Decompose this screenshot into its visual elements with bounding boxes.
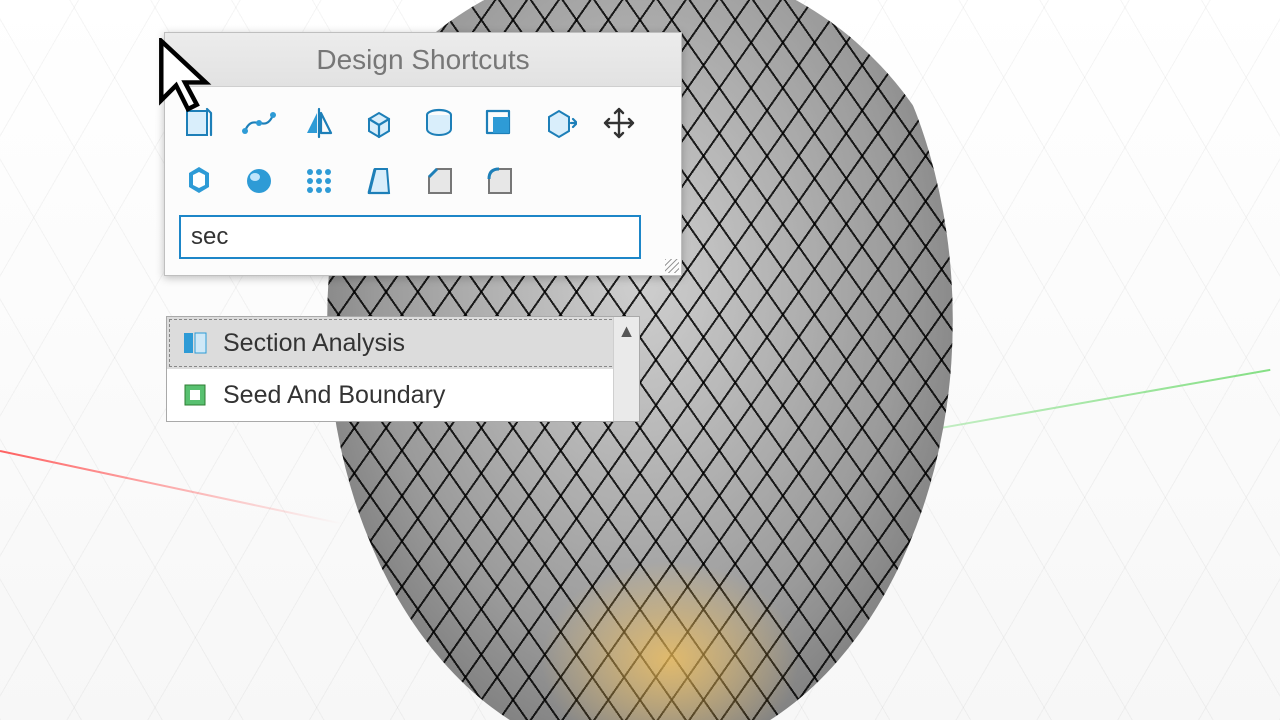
sphere-icon[interactable] [239, 161, 279, 201]
shortcut-toolbar [165, 87, 665, 211]
shell-icon[interactable] [179, 161, 219, 201]
suggestion-label: Seed And Boundary [223, 381, 445, 410]
panel-title: Design Shortcuts [165, 33, 681, 87]
revolve-icon[interactable] [419, 103, 459, 143]
suggestion-seed-boundary[interactable]: Seed And Boundary [167, 369, 639, 421]
suggestion-label: Section Analysis [223, 329, 405, 358]
scroll-up-arrow-icon[interactable]: ▲ [618, 321, 636, 342]
press-pull-icon[interactable] [539, 103, 579, 143]
offset-face-icon[interactable] [479, 103, 519, 143]
pattern-icon[interactable] [299, 161, 339, 201]
suggestions-scrollbar[interactable]: ▲ [613, 317, 639, 421]
design-shortcuts-panel: Design Shortcuts [164, 32, 682, 276]
spline-icon[interactable] [239, 103, 279, 143]
extrude-icon[interactable] [359, 103, 399, 143]
chamfer-icon[interactable] [419, 161, 459, 201]
command-search-input[interactable] [179, 215, 641, 259]
model-highlight [540, 560, 800, 720]
command-suggestions: Section Analysis Seed And Boundary ▲ [166, 316, 640, 422]
draft-icon[interactable] [359, 161, 399, 201]
section-analysis-icon [181, 329, 209, 357]
panel-resize-grip[interactable] [665, 259, 679, 273]
cad-viewport[interactable]: Design Shortcuts [0, 0, 1280, 720]
fillet-icon[interactable] [479, 161, 519, 201]
new-sketch-icon[interactable] [179, 103, 219, 143]
mirror-icon[interactable] [299, 103, 339, 143]
move-icon[interactable] [599, 103, 639, 143]
suggestion-section-analysis[interactable]: Section Analysis [167, 317, 639, 369]
seed-boundary-icon [181, 381, 209, 409]
